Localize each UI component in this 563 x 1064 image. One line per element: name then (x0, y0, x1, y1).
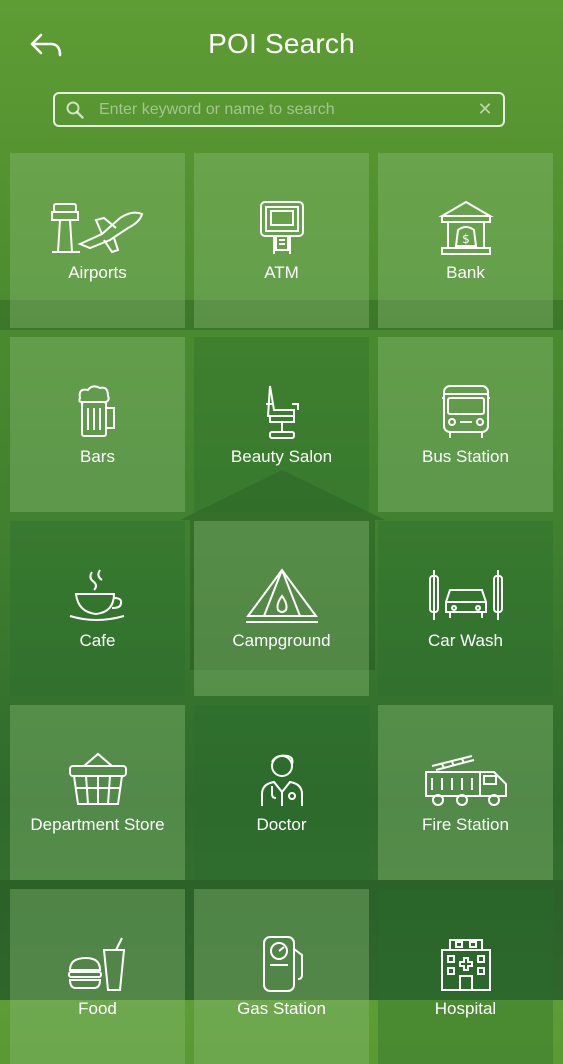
category-label: Bank (446, 263, 485, 282)
search-input[interactable] (95, 94, 467, 125)
category-hospital[interactable]: Hospital (378, 889, 553, 1064)
category-label: Airports (68, 263, 127, 282)
category-food[interactable]: Food (10, 889, 185, 1064)
category-label: Cafe (79, 631, 116, 650)
category-department-store[interactable]: Department Store (10, 705, 185, 880)
category-fire-station[interactable]: Fire Station (378, 705, 553, 880)
category-doctor[interactable]: Doctor (194, 705, 369, 880)
category-label: Bars (80, 447, 115, 466)
category-car-wash[interactable]: Car Wash (378, 521, 553, 696)
category-label: Gas Station (237, 999, 326, 1018)
svg-text:$: $ (462, 232, 470, 246)
category-label: Campground (232, 631, 331, 650)
category-label: Food (78, 999, 117, 1018)
beer-mug-icon (48, 381, 148, 443)
airport-icon (48, 197, 148, 259)
category-airports[interactable]: Airports (10, 153, 185, 328)
category-cafe[interactable]: Cafe (10, 521, 185, 696)
basket-icon (48, 749, 148, 811)
category-label: Fire Station (422, 815, 509, 834)
clear-search-button[interactable]: ✕ (467, 94, 503, 125)
category-label: Car Wash (428, 631, 503, 650)
header: POI Search (0, 0, 563, 90)
tent-icon (232, 565, 332, 627)
coffee-cup-icon (48, 565, 148, 627)
hospital-icon (416, 933, 516, 995)
category-beauty-salon[interactable]: Beauty Salon (194, 337, 369, 512)
salon-chair-icon (232, 381, 332, 443)
burger-drink-icon (48, 933, 148, 995)
category-label: Department Store (30, 815, 165, 834)
category-bars[interactable]: Bars (10, 337, 185, 512)
page-title: POI Search (208, 28, 355, 59)
bus-icon (416, 381, 516, 443)
category-label: Doctor (256, 815, 307, 834)
bank-icon: $ (416, 197, 516, 259)
search-bar: ✕ (53, 92, 505, 127)
category-label: Beauty Salon (230, 447, 333, 466)
doctor-icon (232, 749, 332, 811)
category-grid: Airports ATM $ Bank Bars Beauty Salon Bu… (10, 153, 554, 1064)
category-label: Bus Station (422, 447, 509, 466)
category-bank[interactable]: $ Bank (378, 153, 553, 328)
search-icon (55, 94, 95, 125)
category-atm[interactable]: ATM (194, 153, 369, 328)
category-gas-station[interactable]: Gas Station (194, 889, 369, 1064)
car-wash-icon (416, 565, 516, 627)
gas-pump-icon (232, 933, 332, 995)
category-bus-station[interactable]: Bus Station (378, 337, 553, 512)
category-campground[interactable]: Campground (194, 521, 369, 696)
category-label: ATM (264, 263, 299, 282)
fire-truck-icon (416, 749, 516, 811)
category-label: Hospital (434, 999, 497, 1018)
atm-icon (232, 197, 332, 259)
